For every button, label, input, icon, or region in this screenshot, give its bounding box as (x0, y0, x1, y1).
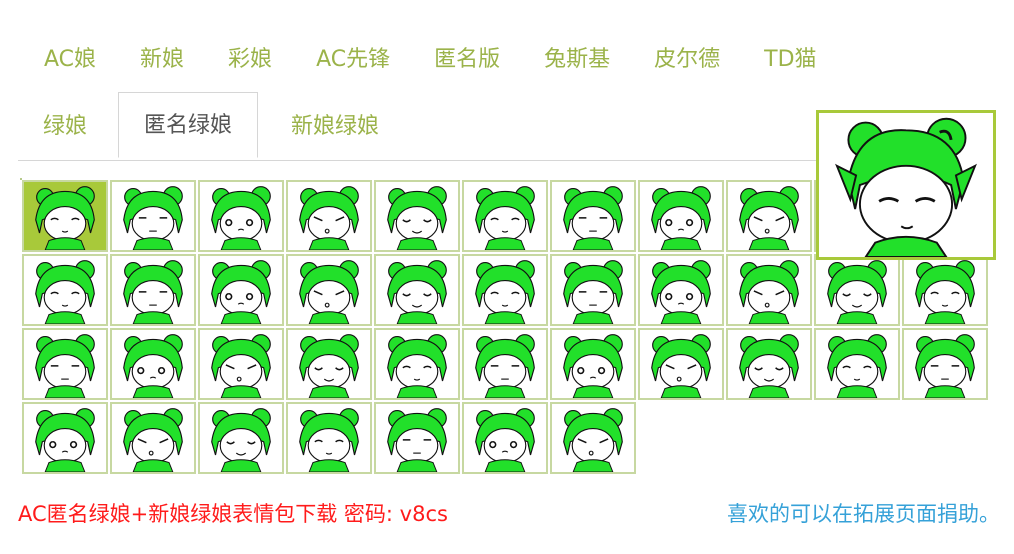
emoticon-grid (20, 178, 988, 474)
sticker-icon (387, 408, 447, 472)
sticker-icon (563, 260, 623, 324)
tab-cai-niang[interactable]: 彩娘 (206, 38, 294, 84)
sticker-icon (475, 334, 535, 398)
emoticon-cell[interactable] (638, 328, 724, 400)
emoticon-cell[interactable] (286, 328, 372, 400)
tab-ac-niang[interactable]: AC娘 (22, 38, 118, 84)
sticker-icon (563, 334, 623, 398)
emoticon-cell[interactable] (550, 402, 636, 474)
emoticon-cell[interactable] (374, 402, 460, 474)
sticker-icon (915, 260, 975, 324)
emoticon-cell[interactable] (374, 328, 460, 400)
emoticon-cell[interactable] (22, 402, 108, 474)
tab-td-mao[interactable]: TD猫 (742, 38, 838, 84)
sticker-icon (123, 334, 183, 398)
tab-bar-primary: AC娘 新娘 彩娘 AC先锋 匿名版 兔斯基 皮尔德 TD猫 (22, 38, 839, 84)
sticker-icon (123, 408, 183, 472)
sticker-icon (739, 260, 799, 324)
sticker-icon (739, 334, 799, 398)
tab-niming-lv-niang[interactable]: 匿名绿娘 (118, 92, 259, 158)
tab-xin-niang[interactable]: 新娘 (118, 38, 206, 84)
tab-ac-xianfeng[interactable]: AC先锋 (294, 38, 412, 84)
sticker-icon (739, 186, 799, 250)
tab-tusiji[interactable]: 兔斯基 (522, 38, 632, 84)
emoticon-cell[interactable] (726, 254, 812, 326)
sticker-icon (915, 334, 975, 398)
emoticon-cell[interactable] (22, 254, 108, 326)
sticker-icon (35, 408, 95, 472)
sticker-icon (563, 408, 623, 472)
emoticon-cell[interactable] (110, 328, 196, 400)
emoticon-cell[interactable] (462, 180, 548, 252)
emoticon-cell[interactable] (286, 180, 372, 252)
emoticon-cell[interactable] (110, 254, 196, 326)
emoticon-cell[interactable] (550, 180, 636, 252)
sticker-icon (299, 334, 359, 398)
sticker-icon (827, 260, 887, 324)
donate-link[interactable]: 喜欢的可以在拓展页面捐助。 (727, 498, 1000, 528)
emoticon-cell[interactable] (726, 180, 812, 252)
sticker-icon (35, 186, 95, 250)
sticker-icon (651, 260, 711, 324)
sticker-icon (651, 334, 711, 398)
tab-xin-niang-lv-niang[interactable]: 新娘绿娘 (291, 105, 379, 151)
emoticon-cell[interactable] (462, 254, 548, 326)
tab-pierde[interactable]: 皮尔德 (632, 38, 742, 84)
emoticon-cell[interactable] (286, 402, 372, 474)
sticker-icon (651, 186, 711, 250)
sticker-icon (123, 260, 183, 324)
emoticon-cell[interactable] (814, 328, 900, 400)
emoticon-cell[interactable] (198, 402, 284, 474)
emoticon-cell[interactable] (814, 254, 900, 326)
sticker-preview-icon (819, 113, 993, 257)
emoticon-cell[interactable] (550, 254, 636, 326)
sticker-icon (211, 260, 271, 324)
sticker-icon (475, 186, 535, 250)
emoticon-cell[interactable] (22, 328, 108, 400)
emoticon-cell[interactable] (198, 254, 284, 326)
sticker-icon (211, 186, 271, 250)
sticker-icon (475, 408, 535, 472)
emoticon-cell[interactable] (462, 402, 548, 474)
sticker-icon (387, 334, 447, 398)
tab-bar-secondary: 绿娘 匿名绿娘 新娘绿娘 (18, 92, 828, 161)
emoticon-cell[interactable] (902, 328, 988, 400)
sticker-icon (211, 334, 271, 398)
sticker-icon (123, 186, 183, 250)
emoticon-cell[interactable] (286, 254, 372, 326)
sticker-icon (563, 186, 623, 250)
sticker-icon (35, 260, 95, 324)
tab-lv-niang[interactable]: 绿娘 (43, 105, 87, 151)
sticker-icon (827, 334, 887, 398)
emoticon-cell[interactable] (198, 180, 284, 252)
sticker-icon (387, 260, 447, 324)
emoticon-preview (816, 110, 996, 260)
emoticon-cell[interactable] (22, 180, 108, 252)
emoticon-cell[interactable] (198, 328, 284, 400)
tab-niming-ban[interactable]: 匿名版 (412, 38, 522, 84)
sticker-icon (211, 408, 271, 472)
emoticon-cell[interactable] (638, 180, 724, 252)
sticker-icon (35, 334, 95, 398)
emoticon-cell[interactable] (550, 328, 636, 400)
emoticon-cell[interactable] (638, 254, 724, 326)
sticker-icon (299, 186, 359, 250)
emoticon-cell[interactable] (374, 180, 460, 252)
emoticon-cell[interactable] (726, 328, 812, 400)
emoticon-cell[interactable] (902, 254, 988, 326)
sticker-icon (299, 260, 359, 324)
download-info-text: AC匿名绿娘+新娘绿娘表情包下载 密码: v8cs (18, 502, 448, 526)
emoticon-cell[interactable] (110, 180, 196, 252)
emoticon-cell[interactable] (462, 328, 548, 400)
sticker-icon (475, 260, 535, 324)
sticker-icon (299, 408, 359, 472)
emoticon-cell[interactable] (374, 254, 460, 326)
sticker-icon (387, 186, 447, 250)
emoticon-cell[interactable] (110, 402, 196, 474)
